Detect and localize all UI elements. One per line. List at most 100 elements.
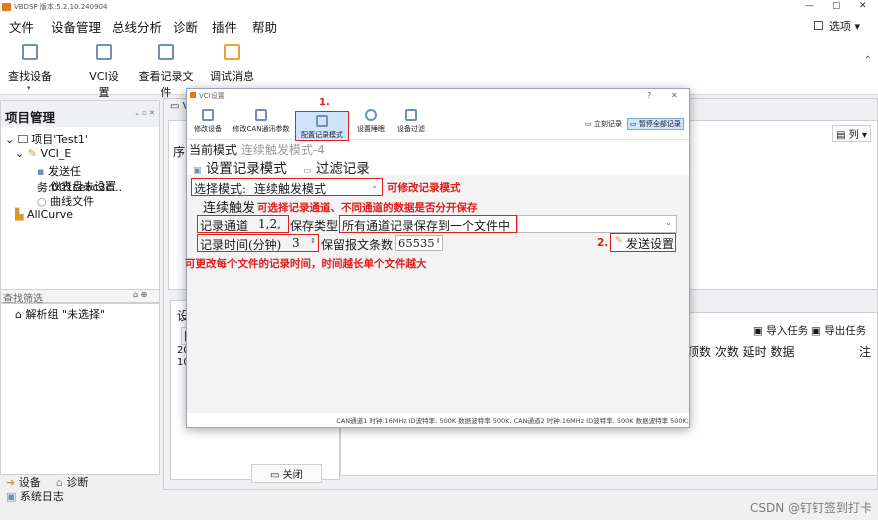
- send-settings-button[interactable]: ✎ 发送设置: [610, 233, 676, 252]
- options-icon: [813, 21, 823, 30]
- log-icon: ▣: [6, 490, 17, 503]
- current-mode-value: 连续触发模式-4: [240, 143, 325, 157]
- dialog-scrollbar[interactable]: [681, 181, 687, 411]
- task-table-headers: 顶数 次数 延时 数据: [687, 345, 795, 359]
- close-panel-button[interactable]: ▭ 关闭: [251, 464, 322, 483]
- task-icon: ▪: [37, 165, 45, 178]
- record-mode-icon: [316, 115, 328, 127]
- menu-plugins[interactable]: 插件: [212, 17, 237, 36]
- ribbon: 查找设备 VCI设置 查看记录文件 调试消息 ▾: [0, 36, 878, 99]
- folder-icon: [17, 135, 28, 143]
- record-time-box[interactable]: 记录时间(分钟) 3 ⇕: [197, 234, 319, 252]
- parse-group-item[interactable]: ⌂ 解析组 "未选择": [15, 306, 105, 322]
- import-task-button[interactable]: ▣ 导入任务: [753, 323, 808, 338]
- dialog-logo-icon: [190, 92, 196, 98]
- tree-dashboard[interactable]: ○ 仪表盘未设置: [37, 178, 116, 194]
- menu-file[interactable]: 文件: [9, 17, 34, 36]
- vci-settings-dialog: VCI设置 ? ✕ 修改设备 修改CAN通讯参数 配置记录模式 设置睡眠 设备过…: [185, 88, 690, 428]
- app-logo-icon: [2, 3, 11, 11]
- set-sleep-button[interactable]: 设置睡眠: [353, 109, 389, 134]
- modify-device-button[interactable]: 修改设备: [191, 109, 225, 134]
- export-task-button[interactable]: ▣ 导出任务: [811, 323, 866, 338]
- annotation-time: 可更改每个文件的记录时间，时间越长单个文件越大: [185, 258, 427, 270]
- column-button[interactable]: ▤ 列 ▾: [832, 125, 871, 142]
- menu-diagnostics[interactable]: 诊断: [173, 17, 198, 36]
- dialog-help-button[interactable]: ?: [647, 91, 651, 100]
- configure-record-mode-button[interactable]: 配置记录模式: [295, 111, 349, 141]
- tab-set-record-mode[interactable]: ▣ 设置记录模式: [193, 157, 287, 177]
- save-type-label: 保存类型: [290, 219, 339, 233]
- tree-project[interactable]: ⌄ 项目'Test1': [5, 131, 88, 147]
- vci-settings-button[interactable]: VCI设置: [84, 40, 124, 100]
- chart-icon: ▙: [15, 208, 24, 221]
- pause-all-button[interactable]: ▭ 暂停全部记录: [627, 118, 684, 130]
- task-table-last-header: 注: [859, 345, 872, 359]
- current-mode: 当前模式 连续触发模式-4: [189, 143, 325, 157]
- project-panel-header: 项目管理 ⌄ ▫ ✕: [1, 101, 159, 127]
- window-titlebar: VBDSP 版本:5.2.10.240904 — ▢ ✕: [0, 0, 878, 14]
- options-menu[interactable]: 选项 ▾: [813, 18, 860, 34]
- tree-curve-file[interactable]: ○ 曲线文件: [37, 193, 94, 209]
- system-log-tab[interactable]: ▣ 系统日志: [6, 488, 64, 504]
- save-type-select[interactable]: 所有通道记录保存到一个文件中: [339, 215, 517, 233]
- dialog-close-button[interactable]: ✕: [671, 91, 678, 100]
- save-type-dropdown-extension[interactable]: ⌄: [517, 215, 677, 233]
- annotation-mode: 可修改记录模式: [387, 182, 461, 194]
- dialog-status-bar: CAN通道1 时钟:16MHz ID波特率: 500K 数据波特率 500K; …: [336, 417, 689, 425]
- save-type-chevron-icon: ⌄: [665, 218, 672, 227]
- keep-count-input[interactable]: 65535 ⇕: [395, 235, 443, 251]
- tree-vci[interactable]: ⌄ ✎ VCI_E: [15, 147, 71, 160]
- modify-device-icon: [202, 109, 214, 121]
- close-button[interactable]: ✕: [859, 1, 867, 11]
- modify-can-params-button[interactable]: 修改CAN通讯参数: [231, 109, 291, 134]
- device-filter-button[interactable]: 设备过滤: [393, 109, 429, 134]
- keep-count-label: 保留报文条数: [321, 238, 394, 252]
- debug-messages-button[interactable]: 调试消息: [210, 40, 254, 84]
- find-device-icon: [22, 44, 38, 60]
- filter-panel: ⌂ 解析组 "未选择": [0, 303, 160, 475]
- filter-bar: 查找筛选 ⌂ ⊕: [0, 289, 160, 305]
- project-panel-title: 项目管理: [5, 110, 56, 125]
- panel-pin-close-icons[interactable]: ⌄ ▫ ✕: [134, 109, 155, 117]
- window-title: VBDSP 版本:5.2.10.240904: [14, 3, 108, 11]
- ribbon-collapse-icon[interactable]: ⌃: [864, 55, 872, 66]
- menu-help[interactable]: 帮助: [252, 17, 277, 36]
- record-now-button[interactable]: ▭ 立刻记录: [585, 119, 622, 129]
- vci-icon: ✎: [27, 147, 37, 160]
- filter-buttons[interactable]: ⌂ ⊕: [133, 290, 147, 299]
- dashboard-icon: ○: [37, 180, 47, 193]
- select-mode-box[interactable]: 选择模式: 连续触发模式 ⌄: [191, 178, 383, 196]
- record-channel-value: 1,2,: [258, 217, 281, 231]
- minimize-button[interactable]: —: [805, 1, 814, 11]
- menubar: 文件 设备管理 总线分析 诊断 插件 帮助 选项 ▾: [0, 14, 878, 36]
- tab-filter-record[interactable]: ▭ 过滤记录: [303, 157, 370, 177]
- device-filter-icon: [405, 109, 417, 121]
- record-time-spinner-icon: ⇕: [310, 237, 316, 245]
- project-panel: 项目管理 ⌄ ▫ ✕ ⌄ 项目'Test1' ⌄ ✎ VCI_E ▪ 发送任务:…: [0, 100, 160, 290]
- dialog-title: VCI设置: [199, 92, 225, 100]
- send-settings-icon: ✎: [615, 236, 623, 246]
- curve-file-icon: ○: [37, 195, 47, 208]
- menu-bus-analysis[interactable]: 总线分析: [112, 17, 162, 36]
- restore-button[interactable]: ▢: [832, 1, 841, 11]
- modify-can-icon: [255, 109, 267, 121]
- continuous-trigger-group-label: 连续触发: [203, 201, 256, 216]
- system-log-bar: ▣ 系统日志: [0, 488, 200, 504]
- tree-allcurve[interactable]: ▙ AllCurve: [15, 208, 73, 221]
- debug-messages-icon: [224, 44, 240, 60]
- vci-settings-icon: [96, 44, 112, 60]
- annotation-step-2: 2.: [597, 237, 609, 249]
- record-time-value: 3: [292, 236, 300, 250]
- select-mode-value: 连续触发模式: [254, 182, 327, 196]
- sleep-icon: [365, 109, 377, 121]
- select-mode-chevron-icon: ⌄: [371, 181, 378, 190]
- record-channel-box[interactable]: 记录通道 1,2,: [197, 215, 289, 233]
- find-device-dropdown-icon[interactable]: ▾: [27, 84, 31, 92]
- annotation-step-1: 1.: [319, 97, 330, 108]
- annotation-channel: 可选择记录通道、不同通道的数据是否分开保存: [257, 202, 478, 214]
- menu-device-management[interactable]: 设备管理: [51, 17, 101, 36]
- dialog-titlebar: VCI设置 ? ✕: [187, 89, 689, 103]
- dialog-toolbar: 修改设备 修改CAN通讯参数 配置记录模式 设置睡眠 设备过滤 1. ▭ 立刻记…: [187, 97, 689, 141]
- keep-count-spinner-icon: ⇕: [435, 237, 441, 245]
- find-device-button[interactable]: 查找设备: [8, 40, 52, 84]
